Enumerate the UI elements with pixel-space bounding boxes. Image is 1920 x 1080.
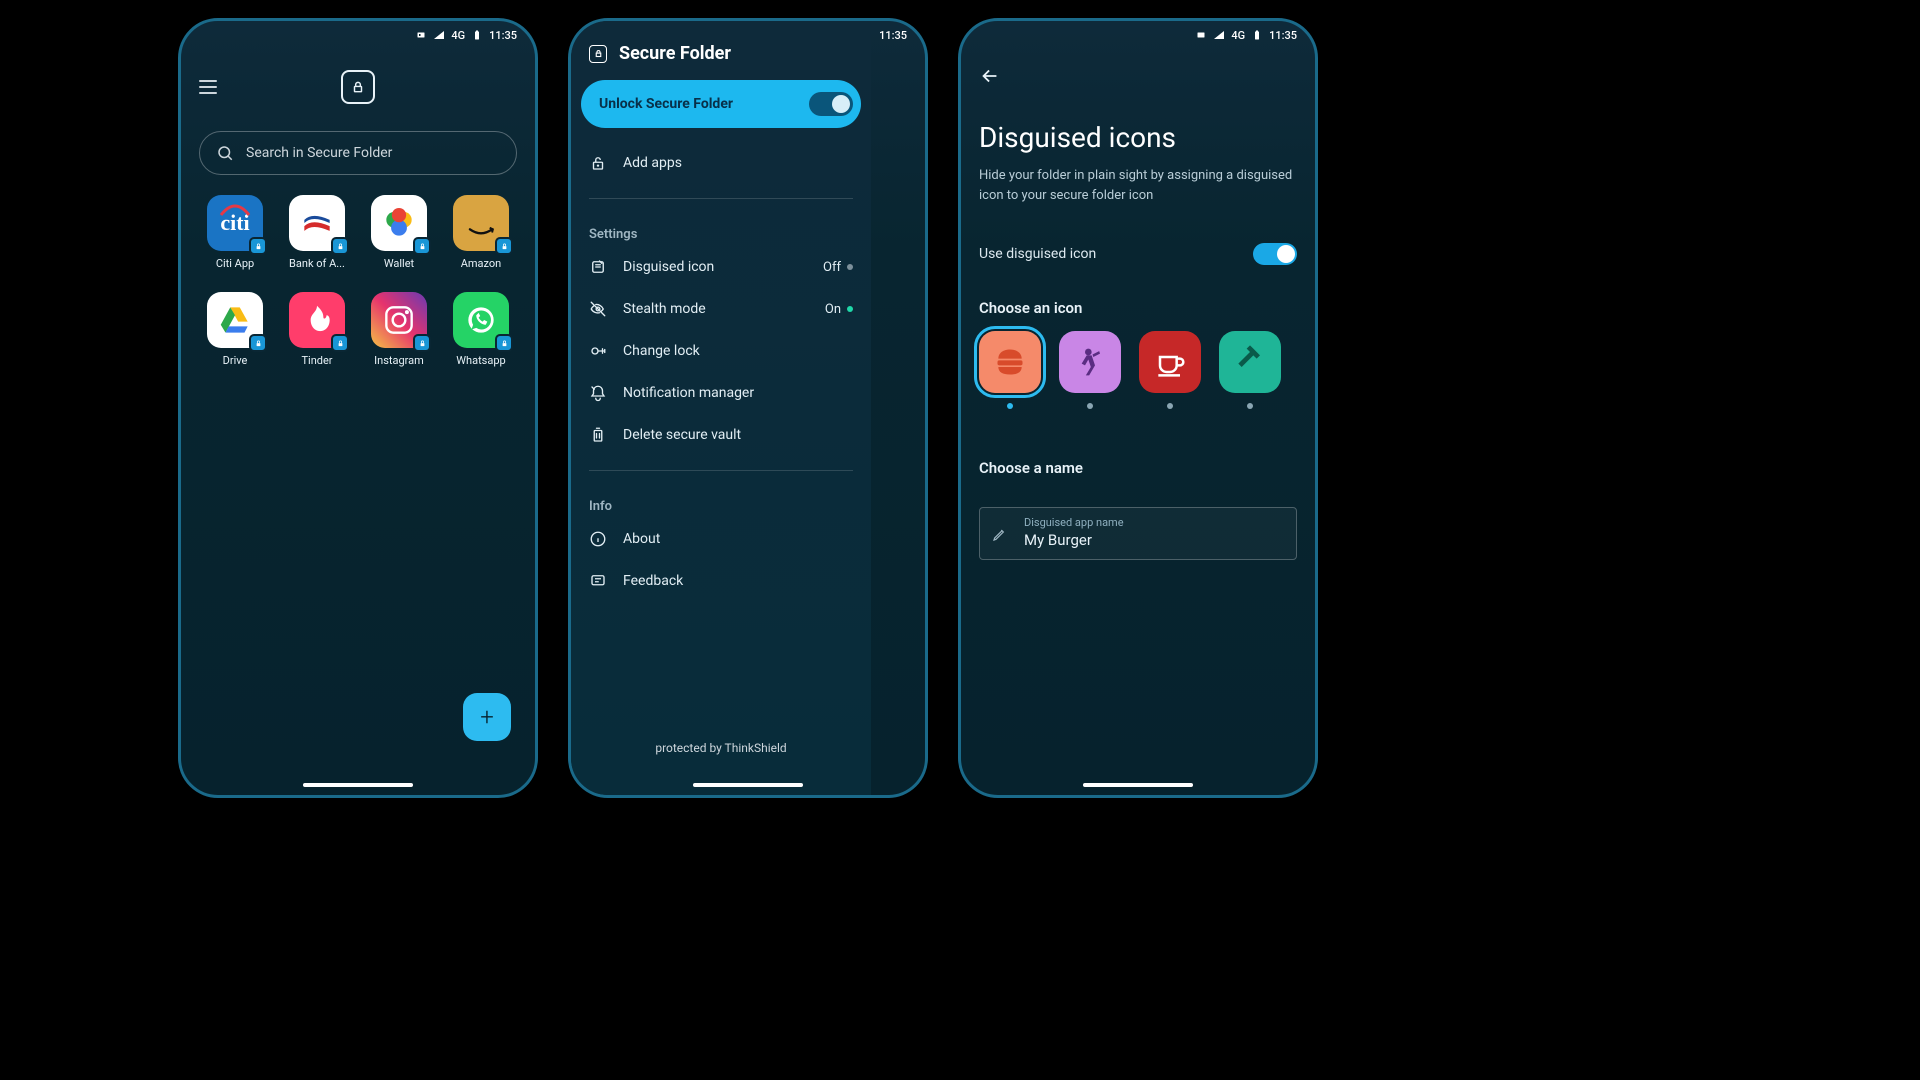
phone-disguised: 4G 11:35 Disguised icons Hide your folde… bbox=[958, 18, 1318, 798]
app-label: Instagram bbox=[374, 354, 424, 367]
icon-option-burger[interactable] bbox=[979, 331, 1041, 409]
app-tinder[interactable]: Tinder bbox=[281, 292, 353, 367]
choose-icon-heading: Choose an icon bbox=[961, 287, 1315, 331]
app-drive[interactable]: Drive bbox=[199, 292, 271, 367]
add-button[interactable]: + bbox=[463, 693, 511, 741]
clock: 11:35 bbox=[489, 29, 517, 42]
about-button[interactable]: About bbox=[571, 518, 871, 560]
home-indicator[interactable] bbox=[303, 783, 413, 787]
use-disguised-toggle[interactable] bbox=[1253, 243, 1297, 265]
setting-icon bbox=[589, 300, 607, 318]
use-disguised-label: Use disguised icon bbox=[979, 246, 1096, 262]
settings-section: Settings bbox=[571, 213, 871, 246]
lock-badge-icon bbox=[413, 237, 431, 255]
page-subtitle: Hide your folder in plain sight by assig… bbox=[961, 166, 1315, 233]
feedback-button[interactable]: Feedback bbox=[571, 560, 871, 602]
app-label: Tinder bbox=[301, 354, 332, 367]
phone-home: 4G 11:35 Search in Secure Folder citiCit… bbox=[178, 18, 538, 798]
info-section: Info bbox=[571, 485, 871, 518]
app-label: Drive bbox=[223, 354, 248, 367]
signal-icon bbox=[433, 29, 445, 41]
app-grid: citiCiti App Bank of A... Wallet Amazon Driv… bbox=[181, 195, 535, 367]
search-icon bbox=[216, 144, 234, 162]
app-whatsapp[interactable]: Whatsapp bbox=[445, 292, 517, 367]
pager-dot bbox=[1007, 403, 1013, 409]
network-label: 4G bbox=[451, 29, 465, 42]
edit-icon bbox=[992, 526, 1008, 542]
settings-row-2[interactable]: Change lock bbox=[571, 330, 871, 372]
lock-badge-icon bbox=[249, 237, 267, 255]
app-label: Citi App bbox=[216, 257, 254, 270]
settings-row-1[interactable]: Stealth modeOn bbox=[571, 288, 871, 330]
lock-badge-icon bbox=[331, 334, 349, 352]
app-amazon[interactable]: Amazon bbox=[445, 195, 517, 270]
info-icon bbox=[589, 530, 607, 548]
app-instagram[interactable]: Instagram bbox=[363, 292, 435, 367]
battery-icon bbox=[471, 29, 483, 41]
status-bar: 4G 11:35 bbox=[961, 21, 1315, 49]
battery-icon bbox=[1251, 29, 1263, 41]
setting-icon bbox=[589, 342, 607, 360]
disguised-name-input[interactable]: Disguised app name My Burger bbox=[979, 507, 1297, 560]
settings-row-0[interactable]: Disguised iconOff bbox=[571, 246, 871, 288]
settings-row-3[interactable]: Notification manager bbox=[571, 372, 871, 414]
phone-drawer: 4G 11:35 Secure Folder Unlock Secure Fol… bbox=[568, 18, 928, 798]
app-label: Amazon bbox=[461, 257, 502, 270]
field-label: Disguised app name bbox=[1024, 516, 1284, 529]
lock-badge-icon bbox=[495, 334, 513, 352]
app-label: Whatsapp bbox=[456, 354, 505, 367]
search-placeholder: Search in Secure Folder bbox=[246, 145, 392, 161]
setting-icon bbox=[589, 426, 607, 444]
icon-option-coffee[interactable] bbox=[1139, 331, 1201, 409]
app-label: Bank of A... bbox=[289, 257, 345, 270]
pager-dot bbox=[1087, 403, 1093, 409]
unlock-toggle[interactable]: Unlock Secure Folder bbox=[581, 80, 861, 128]
lock-icon bbox=[589, 45, 607, 63]
icon-option-hammer[interactable] bbox=[1219, 331, 1281, 409]
back-button[interactable] bbox=[961, 49, 1315, 95]
card-icon bbox=[1195, 29, 1207, 41]
status-bar: 4G 11:35 bbox=[181, 21, 535, 49]
settings-row-4[interactable]: Delete secure vault bbox=[571, 414, 871, 456]
home-indicator[interactable] bbox=[693, 783, 803, 787]
lock-badge-icon bbox=[413, 334, 431, 352]
lock-badge-icon bbox=[495, 237, 513, 255]
use-disguised-toggle-row: Use disguised icon bbox=[961, 233, 1315, 287]
add-lock-icon bbox=[589, 154, 607, 172]
choose-name-heading: Choose a name bbox=[961, 447, 1315, 491]
home-indicator[interactable] bbox=[1083, 783, 1193, 787]
icon-option-dance[interactable] bbox=[1059, 331, 1121, 409]
pager-dot bbox=[1167, 403, 1173, 409]
nav-drawer: Secure Folder Unlock Secure Folder Add a… bbox=[571, 21, 871, 795]
feedback-icon bbox=[589, 572, 607, 590]
card-icon bbox=[415, 29, 427, 41]
search-input[interactable]: Search in Secure Folder bbox=[199, 131, 517, 175]
drawer-header: Secure Folder bbox=[571, 33, 871, 80]
toggle-switch[interactable] bbox=[809, 92, 853, 116]
lock-badge-icon bbox=[331, 237, 349, 255]
back-arrow-icon bbox=[979, 65, 1001, 87]
add-apps-button[interactable]: Add apps bbox=[571, 142, 871, 184]
lock-logo-icon bbox=[341, 70, 375, 104]
drawer-title: Secure Folder bbox=[619, 43, 731, 64]
lock-badge-icon bbox=[249, 334, 267, 352]
app-label: Wallet bbox=[384, 257, 414, 270]
setting-icon bbox=[589, 384, 607, 402]
menu-button[interactable] bbox=[199, 80, 217, 94]
app-wallet[interactable]: Wallet bbox=[363, 195, 435, 270]
page-title: Disguised icons bbox=[961, 95, 1315, 166]
field-value: My Burger bbox=[1024, 531, 1284, 549]
app-bofa[interactable]: Bank of A... bbox=[281, 195, 353, 270]
home-header bbox=[181, 57, 535, 117]
app-citi[interactable]: citiCiti App bbox=[199, 195, 271, 270]
icon-options bbox=[961, 331, 1315, 419]
signal-icon bbox=[1213, 29, 1225, 41]
pager-dot bbox=[1247, 403, 1253, 409]
setting-icon bbox=[589, 258, 607, 276]
